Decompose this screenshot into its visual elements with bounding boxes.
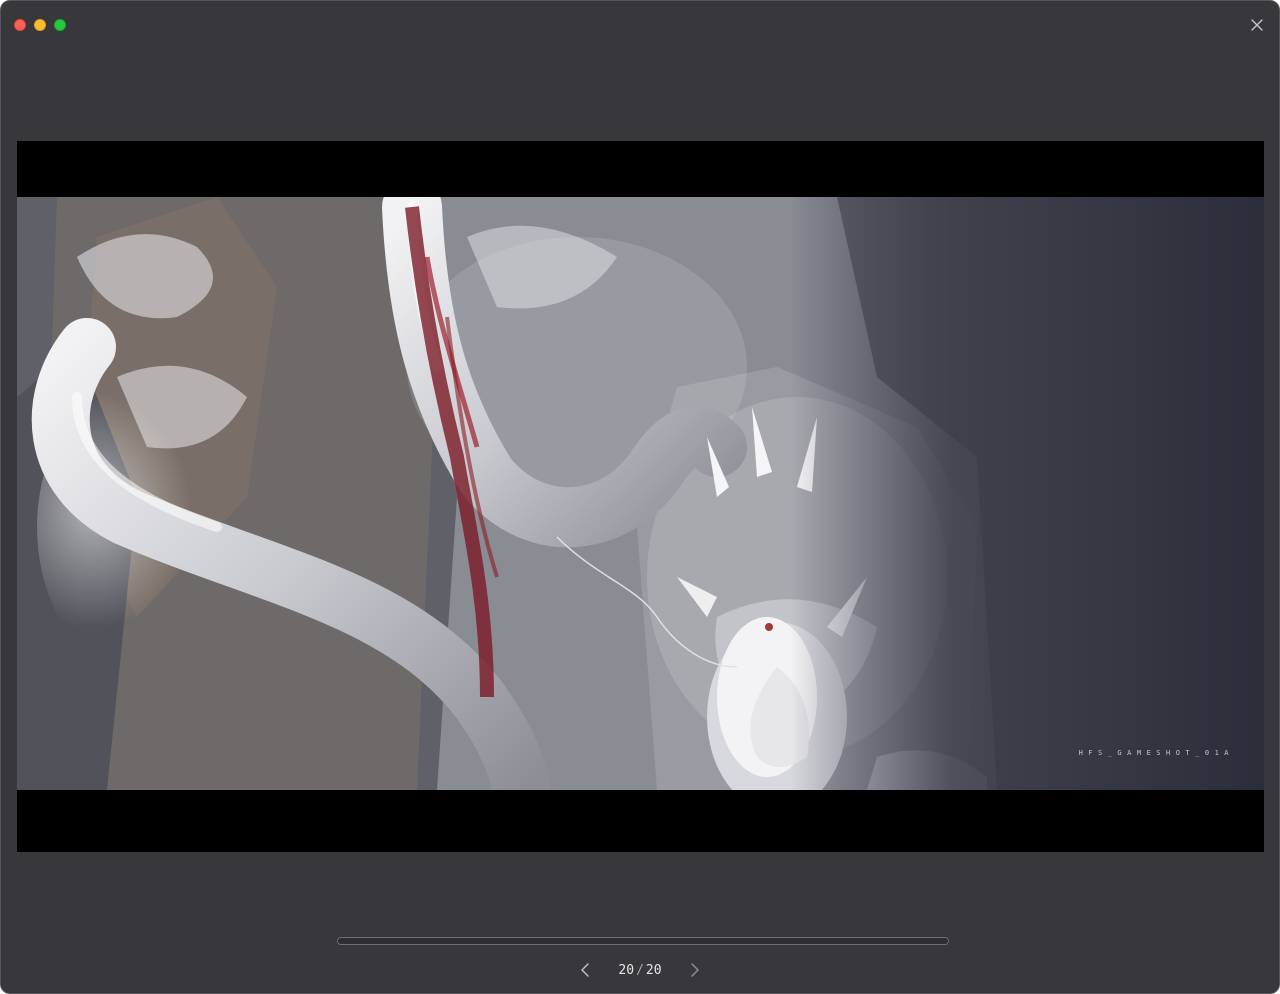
pagination: 20/20 [1, 959, 1279, 981]
window-close-dot[interactable] [14, 19, 26, 31]
window-minimize-dot[interactable] [34, 19, 46, 31]
artwork-image: HFS_GAMESHOT_01A [17, 197, 1264, 790]
progress-fill [338, 938, 948, 944]
page-counter: 20/20 [597, 963, 683, 978]
previous-button[interactable] [575, 959, 597, 981]
chevron-left-icon [581, 963, 589, 977]
total-pages: 20 [645, 962, 662, 978]
next-button[interactable] [683, 959, 705, 981]
artwork-illustration [17, 197, 1264, 790]
image-watermark: HFS_GAMESHOT_01A [1078, 749, 1234, 757]
page-separator: / [636, 962, 644, 978]
chevron-right-icon [691, 963, 699, 977]
title-bar [1, 1, 1279, 47]
close-icon [1251, 19, 1263, 31]
image-viewer-canvas[interactable]: HFS_GAMESHOT_01A [17, 141, 1264, 852]
close-button[interactable] [1247, 15, 1267, 35]
progress-bar[interactable] [337, 937, 949, 945]
current-page: 20 [618, 962, 635, 978]
image-viewer-window: HFS_GAMESHOT_01A 20/20 [0, 0, 1280, 994]
window-zoom-dot[interactable] [54, 19, 66, 31]
